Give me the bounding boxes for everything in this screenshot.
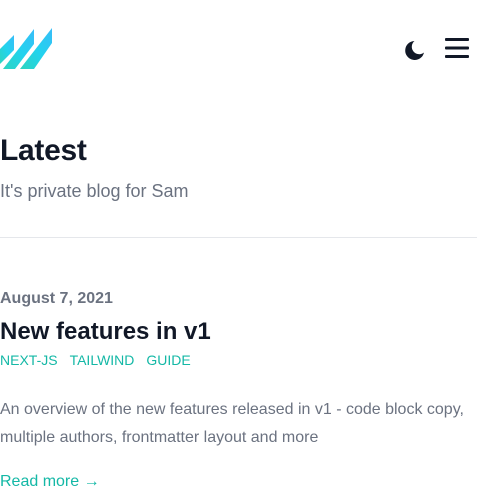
read-more-link[interactable]: Read more → [0,472,100,492]
page-subtitle: It's private blog for Sam [0,181,189,201]
page-title: Latest [0,134,87,167]
section-divider [0,237,477,238]
tag-link[interactable]: NEXT-JS [0,351,58,371]
hamburger-menu-icon[interactable] [443,34,471,62]
moon-icon[interactable] [402,34,430,62]
tag-link[interactable]: GUIDE [146,351,190,371]
post-title-link[interactable]: New features in v1 [0,316,211,348]
logo-stripes-icon[interactable] [0,26,54,70]
tag-link[interactable]: TAILWIND [70,351,135,371]
post-summary: An overview of the new features released… [0,401,464,446]
post-tags: NEXT-JS TAILWIND GUIDE [0,351,191,371]
post-date: August 7, 2021 [0,290,113,307]
